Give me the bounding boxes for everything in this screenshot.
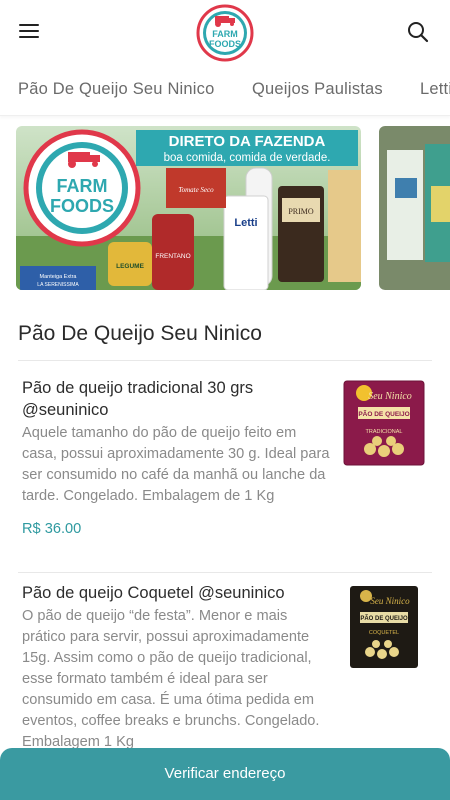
tab-queijos-paulistas[interactable]: Queijos Paulistas xyxy=(252,80,383,99)
banner-frentano-label: FRENTANO xyxy=(155,253,190,260)
banner-letti-label: Letti xyxy=(234,217,257,229)
banner-headline: DIRETO DA FAZENDA xyxy=(169,133,326,150)
tab-letti[interactable]: Letti xyxy=(420,80,450,99)
menu-icon[interactable] xyxy=(18,20,42,44)
section-title: Pão De Queijo Seu Ninico xyxy=(18,322,262,345)
verify-address-button[interactable]: Verificar endereço xyxy=(0,748,450,800)
product-image[interactable]: Seu Ninico PÃO DE QUEIJO TRADICIONAL xyxy=(340,377,428,467)
product-name: Pão de queijo Coquetel @seuninico xyxy=(22,584,285,602)
pack-brand: Seu Ninico xyxy=(370,596,410,606)
product-card[interactable]: Pão de queijo Coquetel @seuninico O pão … xyxy=(22,582,432,753)
banner-primo-label: PRIMO xyxy=(288,207,314,216)
logo-text-line1: FARM xyxy=(212,29,238,39)
banner-image[interactable]: DIRETO DA FAZENDA boa comida, comida de … xyxy=(16,126,361,290)
pack-brand: Seu Ninico xyxy=(368,391,412,402)
tab-pao-de-queijo[interactable]: Pão De Queijo Seu Ninico xyxy=(18,80,215,99)
banner-legume-label: LEGUME xyxy=(116,263,144,270)
category-tabs: Pão De Queijo Seu Ninico Queijos Paulist… xyxy=(0,64,450,116)
pack-label: PÃO DE QUEIJO xyxy=(358,409,409,418)
pack-sub: COQUETEL xyxy=(369,630,399,636)
pack-label: PÃO DE QUEIJO xyxy=(360,615,408,622)
product-name: Pão de queijo tradicional 30 grs @seunin… xyxy=(22,379,254,419)
banner-next-image[interactable] xyxy=(379,126,450,290)
banner-manteiga-label: Manteiga Extra xyxy=(40,274,78,280)
banner-carousel[interactable]: DIRETO DA FAZENDA boa comida, comida de … xyxy=(16,126,450,290)
banner-logo-line1: FARM xyxy=(57,176,108,196)
pack-sub: TRADICIONAL xyxy=(366,429,403,435)
banner-logo-line2: FOODS xyxy=(50,196,114,216)
logo-text-line2: FOODS xyxy=(209,39,241,49)
product-image[interactable]: Seu Ninico PÃO DE QUEIJO COQUETEL xyxy=(340,582,428,672)
banner-tagline: boa comida, comida de verdade. xyxy=(164,152,331,164)
product-divider xyxy=(18,572,432,573)
search-icon[interactable] xyxy=(406,20,430,44)
farm-foods-logo[interactable]: FARM FOODS xyxy=(196,4,254,62)
product-card[interactable]: Pão de queijo tradicional 30 grs @seunin… xyxy=(22,377,432,537)
section-divider xyxy=(18,360,432,361)
app-header: FARM FOODS xyxy=(0,0,450,64)
product-description: Aquele tamanho do pão de queijo feito em… xyxy=(22,425,330,504)
product-price: R$ 36.00 xyxy=(22,521,82,537)
banner-serenissima-label: LA SERENISSIMA xyxy=(37,282,79,288)
banner-tomate-label: Tomate Seco xyxy=(178,186,214,194)
product-description: O pão de queijo “de festa”. Menor e mais… xyxy=(22,608,320,750)
